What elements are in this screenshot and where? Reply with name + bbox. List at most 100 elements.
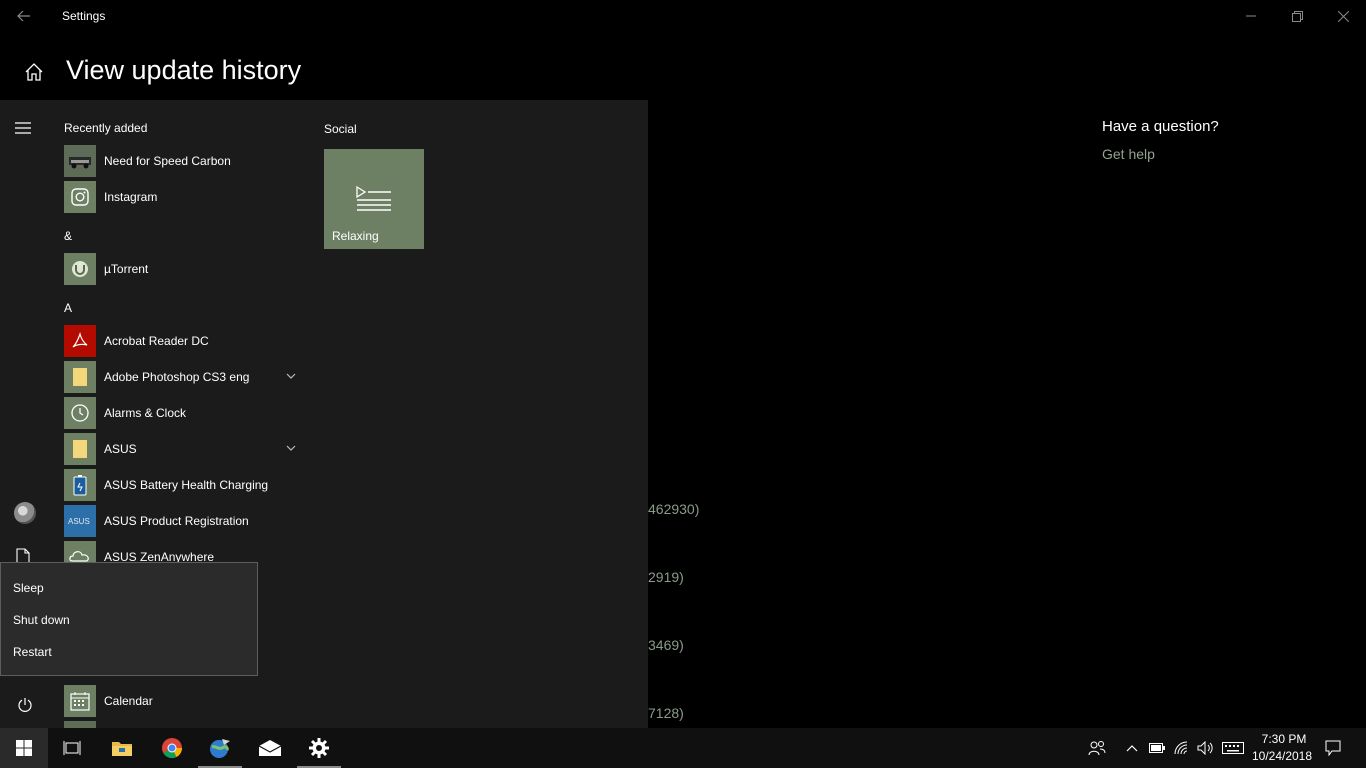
clock-time: 7:30 PM	[1261, 732, 1307, 746]
app-label: ASUS Battery Health Charging	[104, 478, 269, 492]
acrobat-icon	[64, 325, 96, 357]
close-button[interactable]	[1320, 0, 1366, 32]
app-item-instagram[interactable]: Instagram	[64, 180, 302, 214]
chrome-button[interactable]	[148, 728, 196, 768]
start-button[interactable]	[0, 728, 48, 768]
app-label: Alarms & Clock	[104, 406, 187, 420]
minimize-icon	[1246, 15, 1256, 17]
utorrent-icon	[64, 253, 96, 285]
mail-button[interactable]	[246, 728, 294, 768]
app-label: µTorrent	[104, 262, 149, 276]
restore-button[interactable]	[1274, 0, 1320, 32]
taskbar: 7:30 PM 10/24/2018	[0, 728, 1366, 768]
volume-button[interactable]	[1194, 728, 1218, 768]
gear-icon	[309, 738, 329, 758]
get-help-link[interactable]: Get help	[1102, 146, 1155, 162]
shut-down-option[interactable]: Shut down	[13, 613, 70, 627]
folder-icon	[64, 361, 96, 393]
asus-icon: ASUS	[64, 505, 96, 537]
clock-button[interactable]: 7:30 PM 10/24/2018	[1250, 728, 1316, 768]
history-item-fragment[interactable]: 462930)	[648, 501, 699, 517]
app-item-asus-battery-health[interactable]: ASUS Battery Health Charging	[64, 468, 302, 502]
nfs-icon	[64, 145, 96, 177]
restart-option[interactable]: Restart	[13, 645, 52, 659]
chevron-up-icon	[1126, 745, 1138, 752]
tile-label: Relaxing	[332, 229, 379, 243]
people-button[interactable]	[1084, 728, 1110, 768]
windows-logo-icon	[16, 740, 32, 756]
app-tile-partial	[64, 721, 96, 728]
home-button[interactable]	[20, 58, 48, 86]
user-avatar[interactable]	[14, 502, 36, 524]
show-hidden-icons-button[interactable]	[1120, 728, 1144, 768]
folder-icon	[64, 433, 96, 465]
group-header-a[interactable]: A	[64, 301, 72, 315]
app-item-calendar[interactable]: Calendar	[64, 684, 302, 718]
chevron-down-icon[interactable]	[286, 443, 296, 453]
help-heading: Have a question?	[1102, 118, 1219, 135]
app-label: Calendar	[104, 694, 153, 708]
svg-text:ASUS: ASUS	[68, 517, 90, 526]
group-header-symbols[interactable]: &	[64, 229, 72, 243]
folder-icon	[112, 742, 132, 756]
calendar-icon	[64, 685, 96, 717]
network-button[interactable]	[1170, 728, 1194, 768]
power-menu: Sleep Shut down Restart	[0, 562, 258, 676]
globe-icon	[210, 739, 230, 758]
settings-button[interactable]	[295, 728, 343, 768]
close-icon	[1337, 10, 1349, 22]
power-button[interactable]	[12, 692, 38, 718]
app-item-nfs-carbon[interactable]: Need for Speed Carbon	[64, 144, 302, 178]
app-item-utorrent[interactable]: µTorrent	[64, 252, 302, 286]
app-label: Adobe Photoshop CS3 eng	[104, 370, 250, 384]
app-label: Need for Speed Carbon	[104, 154, 231, 168]
tile-group-header-social[interactable]: Social	[324, 122, 357, 136]
app-item-asus-folder[interactable]: ASUS	[64, 432, 302, 466]
back-button[interactable]	[10, 4, 38, 28]
battery-status-button[interactable]	[1146, 728, 1168, 768]
task-view-icon	[63, 741, 81, 755]
history-item-fragment[interactable]: 3469)	[648, 637, 684, 653]
connectify-button[interactable]	[196, 728, 244, 768]
app-item-adobe-photoshop-cs3[interactable]: Adobe Photoshop CS3 eng	[64, 360, 302, 394]
app-label: Instagram	[104, 190, 158, 204]
app-item-asus-product-registration[interactable]: ASUS ASUS Product Registration	[64, 504, 302, 538]
instagram-icon	[64, 181, 96, 213]
minimize-button[interactable]	[1228, 0, 1274, 32]
chevron-down-icon[interactable]	[286, 371, 296, 381]
expand-menu-button[interactable]	[10, 118, 40, 138]
history-item-fragment[interactable]: 2919)	[648, 569, 684, 585]
speaker-icon	[1197, 741, 1213, 755]
app-item-alarms-clock[interactable]: Alarms & Clock	[64, 396, 302, 430]
app-label: Acrobat Reader DC	[104, 334, 209, 348]
mail-icon	[258, 740, 282, 756]
app-item-partial	[64, 720, 302, 728]
app-label: ASUS	[104, 442, 137, 456]
page-title: View update history	[66, 55, 302, 85]
app-title: Settings	[62, 9, 106, 23]
touch-keyboard-button[interactable]	[1220, 728, 1246, 768]
clock-icon	[64, 397, 96, 429]
file-explorer-button[interactable]	[98, 728, 146, 768]
action-center-button[interactable]	[1318, 728, 1348, 768]
notification-icon	[1325, 740, 1341, 756]
app-label: ASUS Product Registration	[104, 514, 249, 528]
chrome-icon	[162, 738, 183, 759]
app-item-acrobat-reader[interactable]: Acrobat Reader DC	[64, 324, 302, 358]
back-arrow-icon	[17, 10, 30, 22]
clock-date: 10/24/2018	[1251, 749, 1313, 763]
power-icon	[18, 698, 32, 712]
playlist-icon	[356, 185, 391, 211]
title-bar: Settings	[0, 0, 1366, 32]
task-view-button[interactable]	[48, 728, 96, 768]
history-item-fragment[interactable]: 7128)	[648, 705, 684, 721]
group-header-recently-added: Recently added	[64, 121, 148, 135]
restore-icon	[1291, 10, 1303, 22]
people-icon	[1088, 741, 1106, 756]
battery-icon	[64, 469, 96, 501]
sleep-option[interactable]: Sleep	[13, 581, 44, 595]
tile-relaxing[interactable]: Relaxing	[324, 149, 424, 249]
home-icon	[25, 63, 43, 81]
battery-icon	[1149, 743, 1165, 753]
hamburger-icon	[15, 122, 31, 134]
